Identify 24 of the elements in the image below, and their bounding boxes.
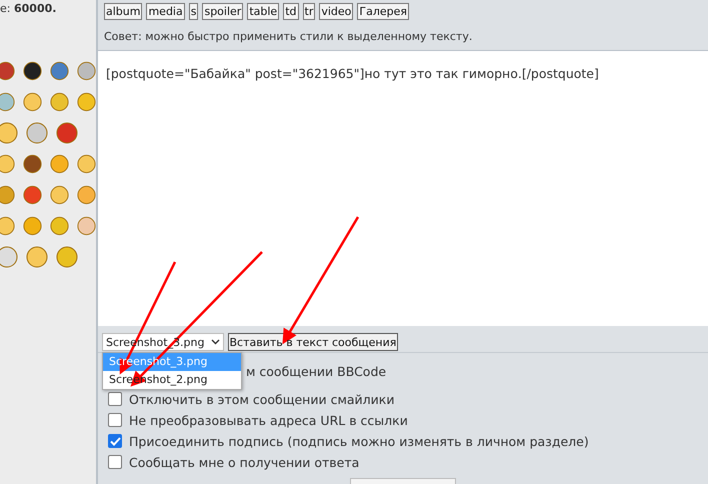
tag-button[interactable]: album xyxy=(104,3,142,20)
tag-button[interactable]: td xyxy=(283,3,298,20)
checkbox[interactable] xyxy=(108,392,122,406)
tag-button[interactable]: media xyxy=(146,3,185,20)
tag-button[interactable]: video xyxy=(319,3,354,20)
limit-text: e: 60000. xyxy=(0,2,58,17)
message-editor[interactable]: [postquote="Бабайка" post="3621965"]но тут это так гиморно.[/postquote] xyxy=(98,50,708,326)
tag-button[interactable]: spoiler xyxy=(202,3,244,20)
editor-text: [postquote="Бабайка" post="3621965"]но тут это так гиморно.[/postquote] xyxy=(106,66,599,81)
checkbox[interactable] xyxy=(108,413,122,427)
option-label: Присоединить подпись (подпись можно изменять в личном разделе) xyxy=(129,434,589,448)
option-label: м сообщении BBCode xyxy=(246,364,386,378)
tag-button[interactable]: table xyxy=(247,3,280,20)
checkbox[interactable] xyxy=(108,455,122,469)
tag-button[interactable]: s xyxy=(188,3,198,20)
option-label: Сообщать мне о получении ответа xyxy=(129,454,360,470)
option-label: Отключить в этом сообщении смайлики xyxy=(129,392,394,406)
tag-button[interactable]: tr xyxy=(302,3,316,20)
checkbox[interactable] xyxy=(108,434,122,448)
hint-text: Совет: можно быстро применить стили к выделенному тексту. xyxy=(103,29,474,45)
insert-button[interactable]: Вставить в текст сообщения xyxy=(228,333,398,351)
tag-button[interactable]: Галерея xyxy=(357,3,410,20)
option-label: Не преобразовывать адреса URL в ссылки xyxy=(129,412,408,428)
caret-icon xyxy=(210,339,220,345)
